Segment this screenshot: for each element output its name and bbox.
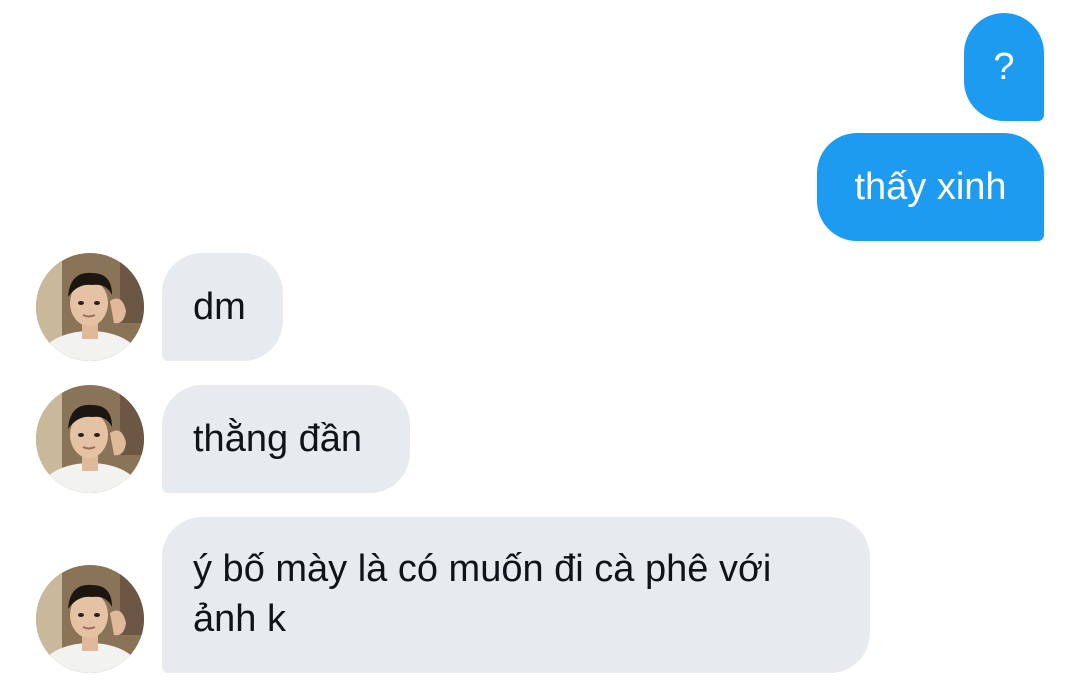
contact-avatar[interactable]	[36, 385, 144, 493]
received-message-bubble[interactable]: ý bố mày là có muốn đi cà phê với ảnh k	[162, 517, 870, 673]
contact-avatar[interactable]	[36, 253, 144, 361]
message-text: ?	[993, 46, 1015, 88]
sent-message-bubble[interactable]: ?	[964, 13, 1044, 121]
message-text: thằng đần	[193, 418, 363, 460]
message-text-line: ảnh k	[193, 598, 286, 640]
contact-avatar[interactable]	[36, 565, 144, 673]
avatar-photo-icon	[36, 253, 144, 361]
received-message-bubble[interactable]: thằng đần	[162, 385, 410, 493]
message-text-line: ý bố mày là có muốn đi cà phê với	[193, 548, 772, 590]
avatar-photo-icon	[36, 385, 144, 493]
sent-message-bubble[interactable]: thấy xinh	[817, 133, 1044, 241]
avatar-photo-icon	[36, 565, 144, 673]
message-text: dm	[193, 286, 246, 328]
message-text: thấy xinh	[854, 166, 1007, 208]
received-message-bubble[interactable]: dm	[162, 253, 283, 361]
